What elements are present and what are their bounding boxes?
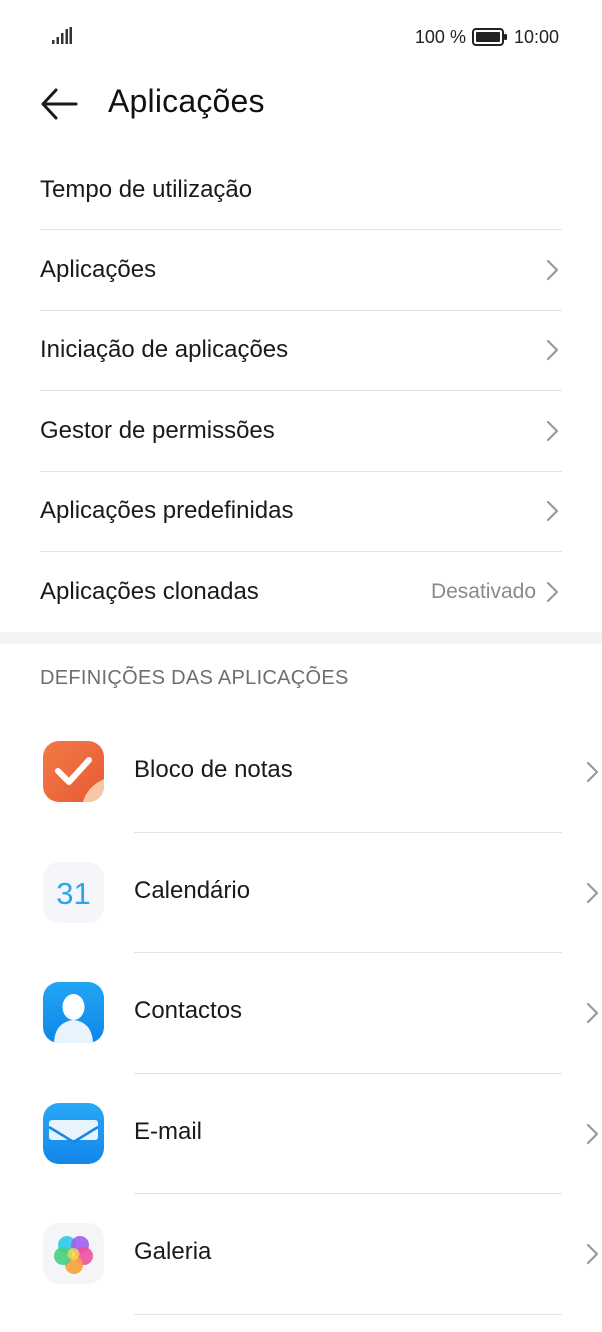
email-icon	[43, 1102, 104, 1164]
menu-item-app-launch[interactable]: Iniciação de aplicações	[40, 311, 562, 392]
menu-item-label: Aplicações	[40, 256, 157, 284]
chevron-right-icon	[586, 1002, 599, 1024]
app-label: Galeria	[134, 1238, 212, 1265]
clock: 10:00	[513, 26, 559, 47]
chevron-right-icon	[546, 582, 559, 603]
menu-item-default-apps[interactable]: Aplicações predefinidas	[40, 472, 562, 552]
menu-item-label: Gestor de permissões	[40, 416, 275, 444]
app-label: Bloco de notas	[134, 756, 293, 783]
chevron-right-icon	[546, 259, 559, 281]
section-title: DEFINIÇÕES DAS APLICAÇÕES	[40, 667, 349, 689]
app-row-email[interactable]: E-mail	[0, 1074, 602, 1194]
menu-item-apps[interactable]: Aplicações	[40, 230, 562, 311]
signal-icon	[52, 27, 72, 44]
chevron-right-icon	[586, 1243, 599, 1265]
chevron-right-icon	[586, 1123, 599, 1144]
chevron-right-icon	[546, 501, 559, 522]
app-row-gallery[interactable]: Galeria	[0, 1194, 602, 1315]
menu-item-label: Tempo de utilização	[40, 175, 253, 203]
notepad-icon	[43, 741, 104, 802]
arrow-left-icon	[41, 88, 78, 120]
section-separator	[0, 632, 602, 644]
contacts-icon	[43, 982, 104, 1043]
app-label: Contactos	[134, 997, 243, 1024]
menu-item-permission-manager[interactable]: Gestor de permissões	[40, 391, 562, 472]
apps-list: Bloco de notas 31 Calendário Contactos E…	[0, 712, 602, 1315]
app-settings-screen: 100 % 10:00 Aplicações Tempo de utilizaç…	[0, 0, 602, 1332]
menu-item-label: Aplicações clonadas	[40, 578, 259, 606]
divider	[134, 1313, 562, 1315]
chevron-right-icon	[546, 340, 559, 361]
chevron-right-icon	[586, 761, 599, 783]
app-row-notepad[interactable]: Bloco de notas	[0, 712, 602, 833]
gallery-icon	[43, 1223, 104, 1284]
app-row-calendar[interactable]: 31 Calendário	[0, 833, 602, 953]
app-row-contacts[interactable]: Contactos	[0, 953, 602, 1074]
settings-menu: Tempo de utilização Aplicações Iniciação…	[40, 150, 562, 632]
battery-icon	[471, 27, 508, 47]
chevron-right-icon	[546, 420, 559, 441]
menu-item-value: Desativado	[430, 580, 536, 604]
calendar-day-text: 31	[56, 876, 90, 911]
app-bar: Aplicações	[0, 72, 602, 142]
chevron-right-icon	[586, 882, 599, 903]
menu-item-label: Aplicações predefinidas	[40, 497, 294, 525]
status-right: 100 % 10:00	[415, 26, 559, 48]
menu-item-cloned-apps[interactable]: Aplicações clonadas Desativado	[40, 552, 562, 632]
back-button[interactable]	[38, 82, 82, 126]
menu-item-label: Iniciação de aplicações	[40, 336, 289, 364]
status-bar: 100 % 10:00	[0, 0, 602, 72]
page-title: Aplicações	[108, 83, 265, 119]
menu-item-usage-time[interactable]: Tempo de utilização	[40, 150, 562, 231]
battery-percent: 100 %	[414, 26, 466, 47]
calendar-icon: 31	[43, 861, 104, 923]
app-label: E-mail	[134, 1117, 203, 1145]
app-label: Calendário	[134, 876, 251, 904]
